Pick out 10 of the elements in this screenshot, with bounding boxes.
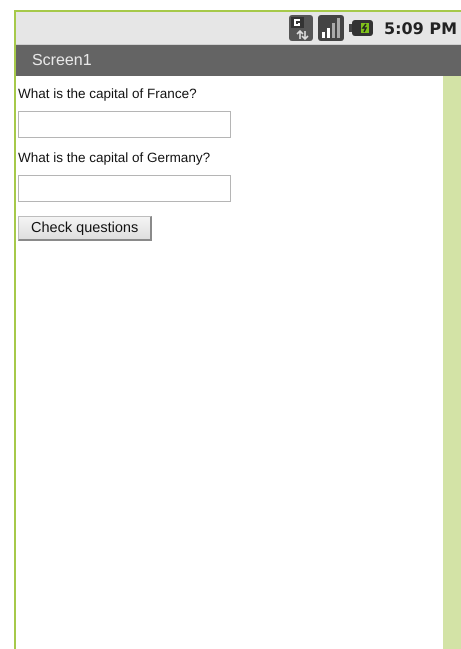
clock-time: 5:09 PM [384,18,457,38]
question-label: What is the capital of France? [18,86,197,101]
answer-field[interactable] [18,175,231,202]
screen-title: Screen1 [32,52,92,70]
signal-icon [318,15,344,41]
answer-field[interactable] [18,111,231,138]
question-label: What is the capital of Germany? [18,150,210,165]
check-button[interactable]: Check questions [18,216,152,241]
battery-icon [348,20,373,36]
network-icon [288,15,313,41]
